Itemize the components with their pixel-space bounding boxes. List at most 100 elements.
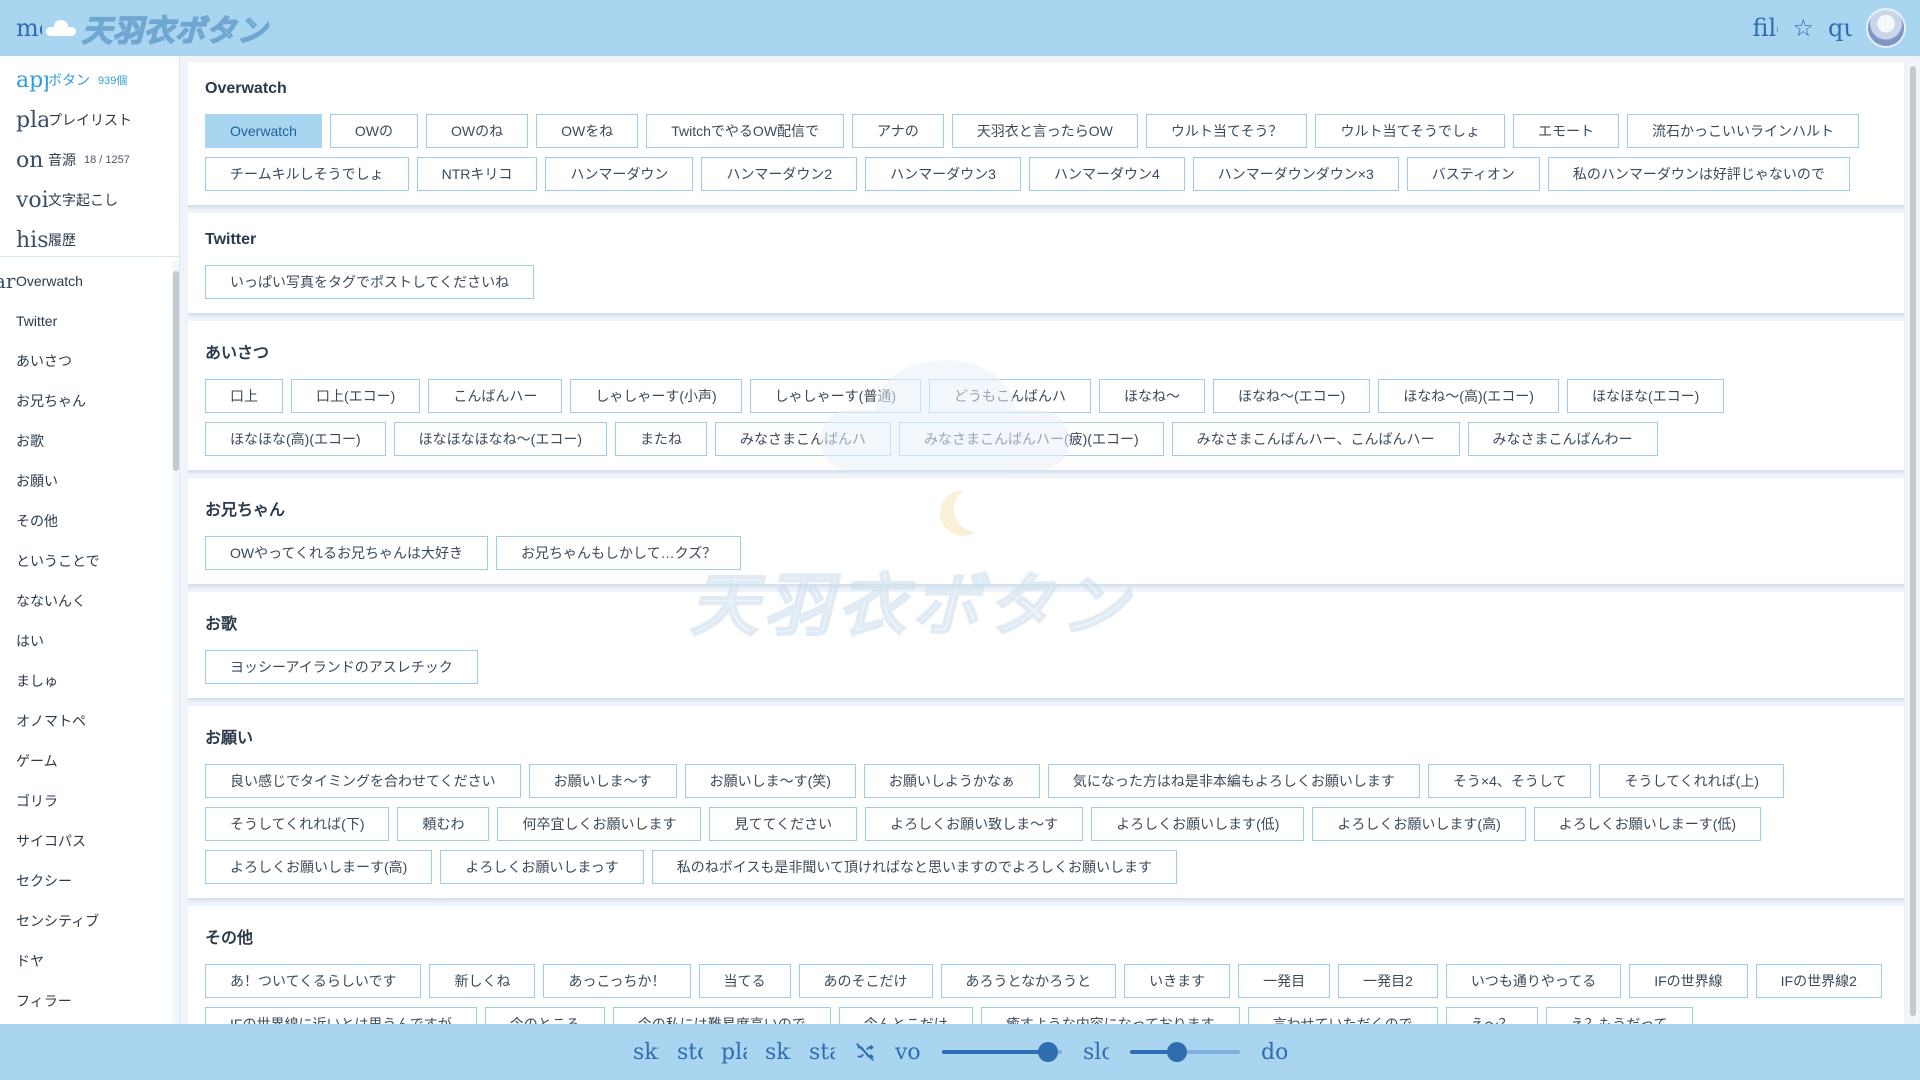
nav-item-3[interactable]: voice文字起こし (0, 180, 179, 220)
voice-button[interactable]: よろしくお願いしまーす(高) (205, 850, 433, 884)
quiz-icon[interactable]: quiz (1828, 14, 1852, 42)
voice-button[interactable]: あっこっちか！ (543, 964, 691, 998)
download-icon[interactable]: download (1261, 1040, 1287, 1065)
voice-button[interactable]: ウルト当てそうでしょ (1315, 114, 1506, 148)
voice-button[interactable]: 私のねボイスも是非聞いて頂ければなと思いますのでよろしくお願いします (651, 850, 1177, 884)
voice-button[interactable]: あのそこだけ (798, 964, 933, 998)
slow-motion-icon[interactable]: slow (1083, 1040, 1109, 1065)
voice-button[interactable]: ほなほな(高)(エコー) (205, 422, 386, 456)
sidebar-category-item[interactable]: フィラー (0, 981, 172, 1021)
sidebar-category-item[interactable]: セクシー (0, 861, 172, 901)
voice-button[interactable]: OWのね (426, 114, 529, 148)
voice-button[interactable]: 私のハンマーダウンは好評じゃないので (1547, 157, 1850, 191)
nav-item-4[interactable]: history履歴 (0, 220, 179, 260)
voice-button[interactable]: OWやってくれるお兄ちゃんは大好き (205, 536, 488, 570)
voice-button[interactable]: ほなほな(エコー) (1566, 379, 1725, 413)
voice-button[interactable]: お兄ちゃんもしかして…クズ？ (495, 536, 742, 570)
site-logo[interactable]: 天羽衣ボタン (46, 6, 268, 50)
voice-button[interactable]: OWをね (536, 114, 639, 148)
voice-button[interactable]: 何卒宜しくお願いします (497, 807, 702, 841)
sidebar-category-item[interactable]: はい (0, 621, 172, 661)
voice-button[interactable]: Overwatch (205, 114, 322, 148)
sidebar-category-item[interactable]: Twitter (0, 301, 172, 341)
sidebar-category-item[interactable]: お歌 (0, 421, 172, 461)
sidebar-category-item[interactable]: ゲーム (0, 741, 172, 781)
voice-button[interactable]: ハンマーダウン2 (701, 157, 858, 191)
sidebar-category-item[interactable]: ましゅ (0, 661, 172, 701)
shuffle-off-icon[interactable] (854, 1041, 876, 1063)
voice-button[interactable]: ハンマーダウンダウン×3 (1192, 157, 1399, 191)
voice-button[interactable]: TwitchでやるOW配信で (646, 114, 845, 148)
voice-button[interactable]: どうもこんばんハ (928, 379, 1091, 413)
play-icon[interactable]: play (721, 1040, 747, 1065)
file-icon[interactable]: file (1752, 14, 1778, 42)
sidebar-category-item[interactable]: お兄ちゃん (0, 381, 172, 421)
sidebar-category-item[interactable]: サイコパス (0, 821, 172, 861)
voice-button[interactable]: よろしくお願い致しま〜す (865, 807, 1084, 841)
voice-button[interactable]: 口上 (205, 379, 283, 413)
sidebar-scrollbar[interactable] (172, 261, 179, 1024)
speed-thumb[interactable] (1167, 1042, 1187, 1062)
voice-button[interactable]: エモート (1513, 114, 1620, 148)
voice-button[interactable]: ほなね～(エコー) (1212, 379, 1371, 413)
sidebar-category-item[interactable]: なないんく (0, 581, 172, 621)
voice-button[interactable]: あ！ついてくるらしいです (205, 964, 422, 998)
sidebar-scroll-thumb[interactable] (173, 271, 179, 471)
volume-thumb[interactable] (1038, 1042, 1058, 1062)
voice-button[interactable]: 天羽衣と言ったらOW (951, 114, 1138, 148)
star-icon[interactable]: ☆ (1792, 14, 1814, 43)
voice-button[interactable]: そうしてくれれば(上) (1599, 764, 1784, 798)
voice-button[interactable]: ほなほなほなね～(エコー) (393, 422, 607, 456)
voice-button[interactable]: ほなね～(高)(エコー) (1378, 379, 1559, 413)
voice-button[interactable]: ハンマーダウン4 (1028, 157, 1185, 191)
voice-button[interactable]: IFの世界線2 (1755, 964, 1882, 998)
nav-item-1[interactable]: playlistプレイリスト (0, 100, 179, 140)
voice-button[interactable]: よろしくお願いします(高) (1312, 807, 1526, 841)
voice-button[interactable]: ハンマーダウン (545, 157, 694, 191)
stop-icon[interactable]: stop (677, 1040, 703, 1065)
voice-button[interactable]: お願いしようかなぁ (863, 764, 1040, 798)
voice-button[interactable]: いっぱい写真をタグでポストしてくださいね (205, 265, 535, 299)
sidebar-category-item[interactable]: センシティブ (0, 901, 172, 941)
voice-button[interactable]: ウルト当てそう？ (1145, 114, 1308, 148)
skip-previous-icon[interactable]: skip (633, 1040, 659, 1065)
voice-button[interactable]: よろしくお願いしまーす(低) (1533, 807, 1762, 841)
volume-icon[interactable]: volume (895, 1040, 921, 1065)
nav-item-0[interactable]: appボタン 939個 (0, 60, 179, 100)
voice-button[interactable]: みなさまこんばんわー (1467, 422, 1658, 456)
voice-button[interactable]: 頼むわ (397, 807, 490, 841)
voice-button[interactable]: よろしくお願いします(低) (1091, 807, 1305, 841)
voice-button[interactable]: 良い感じでタイミングを合わせてください (205, 764, 521, 798)
voice-button[interactable]: IFの世界線 (1629, 964, 1748, 998)
voice-button[interactable]: お願いしま～す(笑) (684, 764, 856, 798)
sidebar-category-item[interactable]: オノマトペ (0, 701, 172, 741)
sidebar-category-item[interactable]: お願い (0, 461, 172, 501)
voice-button[interactable]: 口上(エコー) (291, 379, 421, 413)
voice-button[interactable]: NTRキリコ (416, 157, 538, 191)
voice-button[interactable]: そう×4、そうして (1427, 764, 1592, 798)
voice-button[interactable]: 流石かっこいいラインハルト (1627, 114, 1860, 148)
voice-button[interactable]: アナの (852, 114, 944, 148)
voice-button[interactable]: 気になった方はね是非本編もよろしくお願いします (1047, 764, 1420, 798)
voice-button[interactable]: 見ててください (709, 807, 858, 841)
voice-button[interactable]: え～？ (1445, 1007, 1538, 1024)
voice-button[interactable]: みなさまこんばんハー、こんばんハー (1171, 422, 1460, 456)
voice-button[interactable]: いつも通りやってる (1445, 964, 1622, 998)
star-toggle-icon[interactable]: star (809, 1040, 835, 1065)
voice-button[interactable]: お願いしま～す (528, 764, 677, 798)
volume-slider[interactable] (942, 1042, 1062, 1062)
main-scrollbar[interactable] (1908, 62, 1918, 1024)
voice-button[interactable]: 言わせていただくので (1247, 1007, 1438, 1024)
voice-button[interactable]: え？もうだって (1545, 1007, 1693, 1024)
sidebar-category-item[interactable]: ドヤ (0, 941, 172, 981)
voice-button[interactable]: いきます (1124, 964, 1231, 998)
nav-item-2[interactable]: on 音源 18 / 1257 (0, 140, 179, 180)
voice-button[interactable]: 今の私には難易度高いので (612, 1007, 831, 1024)
voice-button[interactable]: みなさまこんばんハー(疲)(エコー) (898, 422, 1164, 456)
voice-button[interactable]: 今のところ (484, 1007, 605, 1024)
skip-next-icon[interactable]: skip (765, 1040, 791, 1065)
voice-button[interactable]: そうしてくれれば(下) (205, 807, 390, 841)
main-scroll-thumb[interactable] (1910, 66, 1916, 1016)
voice-button[interactable]: あろうとなかろうと (940, 964, 1117, 998)
voice-button[interactable]: 当てる (698, 964, 791, 998)
